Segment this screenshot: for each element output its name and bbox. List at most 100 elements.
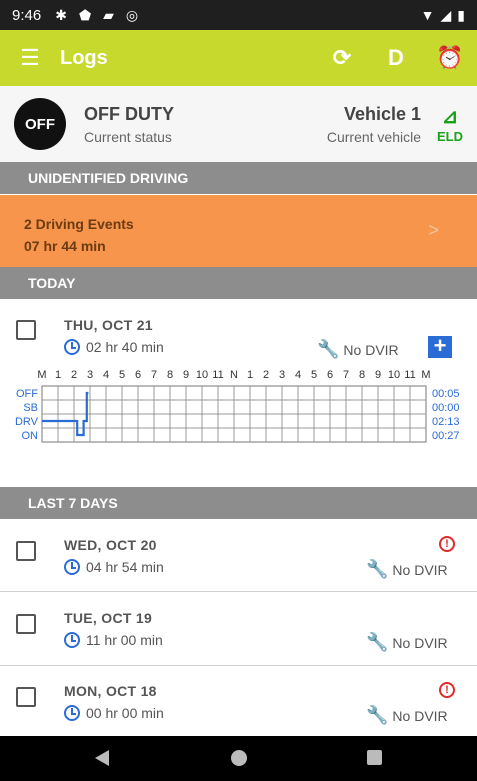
- system-nav-bar: [0, 736, 477, 781]
- vehicle-name: Vehicle 1: [343, 103, 421, 124]
- dvir-label: No DVIR: [392, 707, 448, 724]
- hour-label: 11: [212, 369, 223, 381]
- app-toolbar: ☰ Logs ⟳ D ⏰: [0, 30, 477, 86]
- duration-text: 11 hr 00 min: [86, 632, 163, 648]
- duration-text: 04 hr 54 min: [86, 559, 164, 575]
- hour-label: 9: [375, 369, 381, 381]
- row-label: OFF: [16, 388, 38, 400]
- alert-icon[interactable]: !: [439, 536, 455, 552]
- section-header-unidentified: UNIDENTIFIED DRIVING: [0, 162, 477, 194]
- row-label: ON: [22, 430, 39, 442]
- log-date: THU, OCT 21: [64, 317, 153, 333]
- log-checkbox-item[interactable]: [16, 614, 36, 634]
- dvir-status[interactable]: 🔧 No DVIR: [317, 339, 399, 360]
- sd-card-icon: ▰: [103, 6, 114, 23]
- at-sign-icon: ◎: [125, 6, 139, 23]
- vehicle-info[interactable]: Vehicle 1 Current vehicle: [327, 104, 421, 145]
- log-duration: 11 hr 00 min: [64, 632, 163, 648]
- hour-label: 3: [279, 369, 285, 381]
- vehicle-subtitle: Current vehicle: [326, 128, 421, 145]
- log-checkbox-item[interactable]: [16, 687, 36, 707]
- settings-gear-icon: ✱: [55, 6, 67, 23]
- log-date: MON, OCT 18: [64, 683, 157, 699]
- log-date: TUE, OCT 19: [64, 610, 153, 626]
- hour-label: 1: [55, 369, 61, 381]
- alarm-clock-icon[interactable]: ⏰: [423, 45, 477, 71]
- dvir-status[interactable]: 🔧 No DVIR: [366, 632, 448, 653]
- log-checkbox-item[interactable]: [16, 541, 36, 561]
- dvir-label: No DVIR: [392, 561, 448, 578]
- add-dvir-button[interactable]: +: [428, 335, 452, 358]
- log-checkbox-today[interactable]: [16, 320, 36, 340]
- hour-label: M: [421, 369, 430, 381]
- dvir-status[interactable]: 🔧 No DVIR: [366, 559, 448, 580]
- hour-label: 7: [151, 369, 157, 381]
- clock-icon: [64, 339, 80, 355]
- log-duration: 04 hr 54 min: [64, 559, 164, 575]
- dvir-status[interactable]: 🔧 No DVIR: [366, 705, 448, 726]
- hour-label: 6: [327, 369, 333, 381]
- list-divider: [0, 665, 477, 666]
- row-total: 00:27: [432, 430, 460, 442]
- eld-label: ELD: [437, 129, 463, 144]
- hour-label: N: [230, 369, 238, 381]
- hour-label: 1: [247, 369, 253, 381]
- wrench-icon: 🔧: [366, 705, 389, 725]
- clock-icon: [64, 632, 80, 648]
- hour-label: 8: [359, 369, 365, 381]
- hour-label: 2: [263, 369, 269, 381]
- hour-label: M: [37, 369, 46, 381]
- clock-icon: [64, 559, 80, 575]
- section-header-today: TODAY: [0, 267, 477, 299]
- driving-events-count: 2 Driving Events: [24, 216, 134, 232]
- page-title: Logs: [60, 46, 108, 69]
- row-total: 00:05: [432, 388, 460, 400]
- clock-time: 9:46: [12, 6, 42, 24]
- row-label: DRV: [15, 416, 39, 428]
- duty-status-badge[interactable]: OFF: [14, 98, 66, 150]
- hour-label: 6: [135, 369, 141, 381]
- log-duration: 00 hr 00 min: [64, 705, 164, 721]
- system-status-bar: 9:46 ✱ ⬟ ▰ ◎ ▼ ◢ ▮: [0, 0, 477, 30]
- shield-icon: ⬟: [78, 6, 92, 23]
- eld-connection[interactable]: ⊿ ELD: [437, 104, 463, 144]
- cast-icon: ⊿: [441, 106, 459, 128]
- duty-status-button[interactable]: D: [369, 45, 423, 71]
- duration-text: 02 hr 40 min: [86, 339, 164, 355]
- alert-icon[interactable]: !: [439, 682, 455, 698]
- sync-icon[interactable]: ⟳: [315, 45, 369, 71]
- row-label: SB: [23, 402, 38, 414]
- signal-icon: ◢: [440, 6, 452, 23]
- wrench-icon: 🔧: [317, 339, 340, 359]
- row-total: 00:00: [432, 402, 460, 414]
- home-icon[interactable]: [231, 750, 247, 766]
- section-header-last7: LAST 7 DAYS: [0, 487, 477, 519]
- duration-text: 00 hr 00 min: [86, 705, 164, 721]
- current-status-row: OFF OFF DUTY Current status Vehicle 1 Cu…: [0, 86, 477, 162]
- wrench-icon: 🔧: [366, 559, 389, 579]
- hour-label: 5: [311, 369, 317, 381]
- log-grid-chart[interactable]: M 1 2 3 4 5 6 7 8 9 10 11 N 1 2 3 4 5 6 7 8 9 10 11 MOFFSBDRVON0…: [0, 362, 477, 472]
- wrench-icon: 🔧: [366, 632, 389, 652]
- hour-label: 2: [71, 369, 77, 381]
- log-duration: 02 hr 40 min: [64, 339, 164, 355]
- dvir-label: No DVIR: [343, 341, 399, 358]
- recent-apps-icon[interactable]: [367, 750, 382, 765]
- hour-label: 5: [119, 369, 125, 381]
- hour-label: 3: [87, 369, 93, 381]
- hour-label: 7: [343, 369, 349, 381]
- hour-label: 4: [103, 369, 109, 381]
- clock-icon: [64, 705, 80, 721]
- duty-status-subtitle: Current status: [84, 128, 172, 145]
- driving-events-duration: 07 hr 44 min: [24, 238, 106, 254]
- hour-label: 11: [404, 369, 415, 381]
- list-divider: [0, 591, 477, 592]
- back-icon[interactable]: [95, 750, 109, 766]
- hour-label: 10: [388, 369, 400, 381]
- chevron-right-icon: >: [428, 220, 439, 240]
- hour-label: 9: [183, 369, 189, 381]
- unidentified-driving-card[interactable]: 2 Driving Events 07 hr 44 min >: [0, 195, 477, 267]
- menu-icon[interactable]: ☰: [0, 45, 60, 71]
- hour-label: 10: [196, 369, 208, 381]
- row-total: 02:13: [432, 416, 460, 428]
